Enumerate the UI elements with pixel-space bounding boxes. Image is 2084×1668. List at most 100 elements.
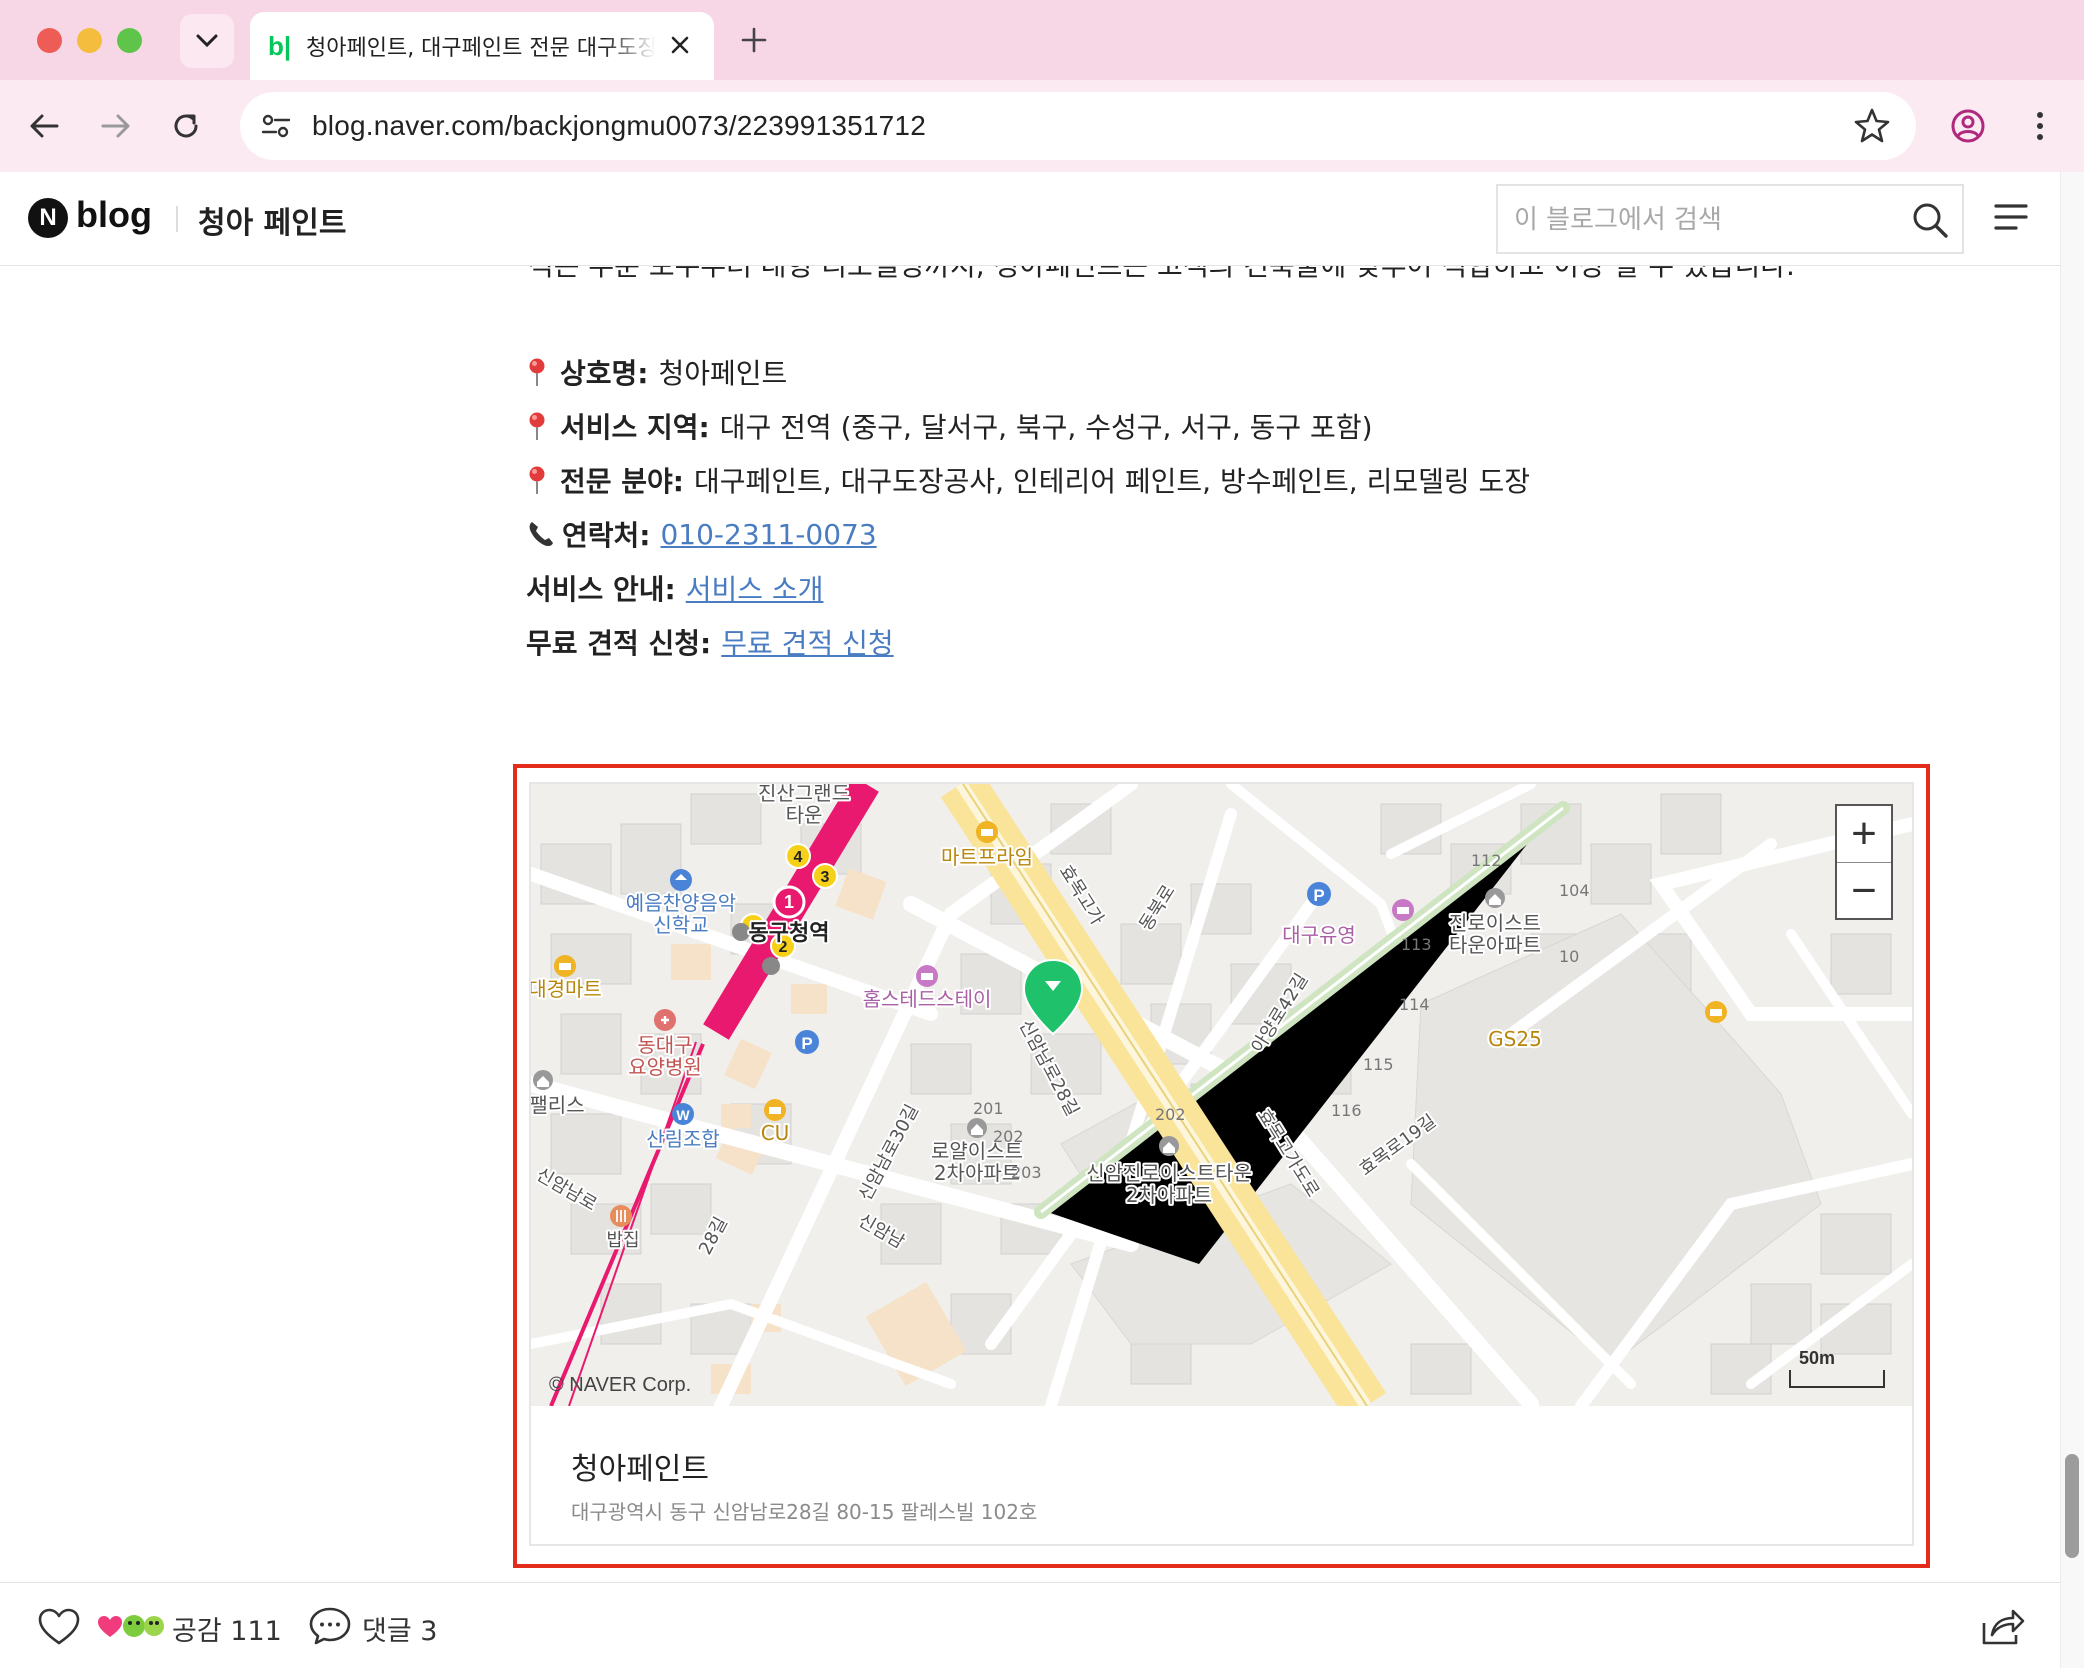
scrollbar-thumb[interactable] <box>2065 1454 2079 1558</box>
close-icon <box>671 36 689 54</box>
forward-arrow-icon <box>101 114 130 138</box>
site-info-icon <box>261 114 291 138</box>
tab-favicon: b| <box>268 30 292 61</box>
map-canvas: 4 3 2 1 P P W 진산그랜드 타운 마트프라임 예음찬양음악 신학교 … <box>531 784 1912 1406</box>
zoom-in-button[interactable]: + <box>1837 806 1891 862</box>
phone-link[interactable]: 010-2311-0073 <box>660 518 876 551</box>
comment-count[interactable]: 댓글 3 <box>362 1609 437 1648</box>
pin-icon <box>529 466 545 494</box>
map-label: CU <box>761 1121 790 1145</box>
search-icon <box>1913 203 1948 238</box>
window-zoom-button[interactable] <box>117 28 142 53</box>
place-name[interactable]: 청아페인트 <box>571 1444 709 1488</box>
tab-title: 청아페인트, 대구페인트 전문 대구도장공사 <box>306 36 656 61</box>
zoom-out-button[interactable]: − <box>1837 863 1891 919</box>
info-line-contact: 연락처: 010-2311-0073 <box>526 514 877 554</box>
address-bar[interactable]: blog.naver.com/backjongmu0073/2239913517… <box>240 92 1916 160</box>
info-line-free-quote: 무료 견적 신청: 무료 견적 신청 <box>526 622 894 662</box>
back-arrow-icon <box>30 114 59 138</box>
line-1-label: 1 <box>784 892 794 912</box>
hamburger-menu-icon <box>1994 204 2028 230</box>
heart-icon <box>38 1608 80 1645</box>
plus-icon <box>741 27 767 53</box>
window-close-button[interactable] <box>37 28 62 53</box>
back-button[interactable] <box>20 102 68 150</box>
reload-button[interactable] <box>162 102 210 150</box>
map-label: 홈스테드스테이 <box>863 987 992 1011</box>
map-label: 동대구 <box>637 1033 692 1057</box>
building-number: 203 <box>1011 1163 1042 1182</box>
like-count[interactable]: 공감 111 <box>172 1609 282 1648</box>
svg-text:P: P <box>801 1034 812 1053</box>
map-scale-bar <box>1789 1370 1885 1388</box>
map-label: 대경마트 <box>531 977 602 1001</box>
svg-text:W: W <box>676 1107 690 1123</box>
bookmark-button[interactable] <box>1850 104 1894 152</box>
building-number: 202 <box>993 1127 1024 1146</box>
map-label: 진로이스트 <box>1449 911 1541 935</box>
blog-logo-text[interactable]: blog <box>76 194 152 236</box>
map-label: 대구유영 <box>1282 923 1356 947</box>
place-map-card[interactable]: 4 3 2 1 P P W 진산그랜드 타운 마트프라임 예음찬양음악 신학교 … <box>529 782 1914 1546</box>
page-scrollbar[interactable] <box>2060 172 2084 1668</box>
site-info-button[interactable] <box>252 102 300 150</box>
map-label: 신학교 <box>653 913 708 937</box>
reload-icon <box>174 114 198 138</box>
info-line-specialty: 전문 분야: 대구페인트, 대구도장공사, 인테리어 페인트, 방수페인트, 리… <box>526 460 1530 500</box>
forward-button[interactable] <box>92 102 140 150</box>
new-tab-button[interactable] <box>732 18 776 62</box>
info-line-service-guide: 서비스 안내: 서비스 소개 <box>526 568 823 608</box>
naver-logo[interactable]: N <box>28 198 68 238</box>
info-label: 서비스 지역: <box>560 411 710 444</box>
partial-paragraph: 적은 부분 보수부터 대형 리모델링까지, 청아페인트는 고객의 건축물에 맞추… <box>528 266 1795 284</box>
map-label: 팰리스 <box>531 1093 585 1117</box>
building-number: 202 <box>1155 1105 1186 1124</box>
map-label: 마트프라임 <box>941 845 1033 869</box>
menu-button[interactable] <box>1994 202 2028 236</box>
info-label: 전문 분야: <box>560 465 684 498</box>
building-number: 116 <box>1331 1101 1362 1120</box>
free-quote-link[interactable]: 무료 견적 신청 <box>721 622 893 662</box>
map-view[interactable]: 4 3 2 1 P P W 진산그랜드 타운 마트프라임 예음찬양음악 신학교 … <box>531 784 1912 1406</box>
comment-button[interactable] <box>308 1605 352 1651</box>
pin-icon <box>529 412 545 440</box>
like-button[interactable] <box>36 1607 82 1651</box>
speech-bubble-icon <box>309 1607 351 1645</box>
browser-menu-button[interactable] <box>2020 102 2060 154</box>
tab-search-button[interactable] <box>180 14 234 68</box>
blog-search-input[interactable] <box>1514 200 1904 240</box>
building-number: 115 <box>1363 1055 1394 1074</box>
profile-button[interactable] <box>1944 102 1992 154</box>
star-icon <box>1854 108 1890 143</box>
info-label: 서비스 안내: <box>526 573 676 606</box>
building-number: 104 <box>1559 881 1590 900</box>
info-label: 연락처: <box>562 519 651 552</box>
browser-toolbar: blog.naver.com/backjongmu0073/2239913517… <box>0 80 2084 172</box>
pin-icon <box>529 358 545 386</box>
window-minimize-button[interactable] <box>77 28 102 53</box>
info-line-business-name: 상호명: 청아페인트 <box>526 352 787 392</box>
blog-name[interactable]: 청아 페인트 <box>198 198 346 242</box>
url-text[interactable]: blog.naver.com/backjongmu0073/2239913517… <box>312 110 926 142</box>
station-label: 동구청역 <box>749 921 830 946</box>
info-line-service-area: 서비스 지역: 대구 전역 (중구, 달서구, 북구, 수성구, 서구, 동구 … <box>526 406 1373 446</box>
search-button[interactable] <box>1910 200 1950 244</box>
service-intro-link[interactable]: 서비스 소개 <box>686 568 824 608</box>
share-button[interactable] <box>1980 1607 2026 1651</box>
svg-text:P: P <box>1313 886 1324 905</box>
browser-tab-active[interactable]: b| 청아페인트, 대구페인트 전문 대구도장공사 <box>250 12 714 80</box>
map-label: 밥집 <box>606 1230 639 1251</box>
blog-header: N blog 청아 페인트 <box>0 172 2060 266</box>
map-label: 타운아파트 <box>1449 933 1541 957</box>
header-divider <box>176 206 178 232</box>
post-footer-bar: 공감 111 댓글 3 <box>0 1582 2060 1668</box>
blog-search-box <box>1496 184 1964 254</box>
map-highlight-frame: 4 3 2 1 P P W 진산그랜드 타운 마트프라임 예음찬양음악 신학교 … <box>513 764 1930 1568</box>
info-label: 무료 견적 신청: <box>526 627 712 660</box>
info-value: 청아페인트 <box>658 357 788 390</box>
tab-close-button[interactable] <box>670 31 690 61</box>
map-label: GS25 <box>1488 1027 1542 1051</box>
phone-icon <box>529 522 553 547</box>
post-content: 적은 부분 보수부터 대형 리모델링까지, 청아페인트는 고객의 건축물에 맞추… <box>0 266 2060 1582</box>
building-number: 201 <box>973 1099 1004 1118</box>
